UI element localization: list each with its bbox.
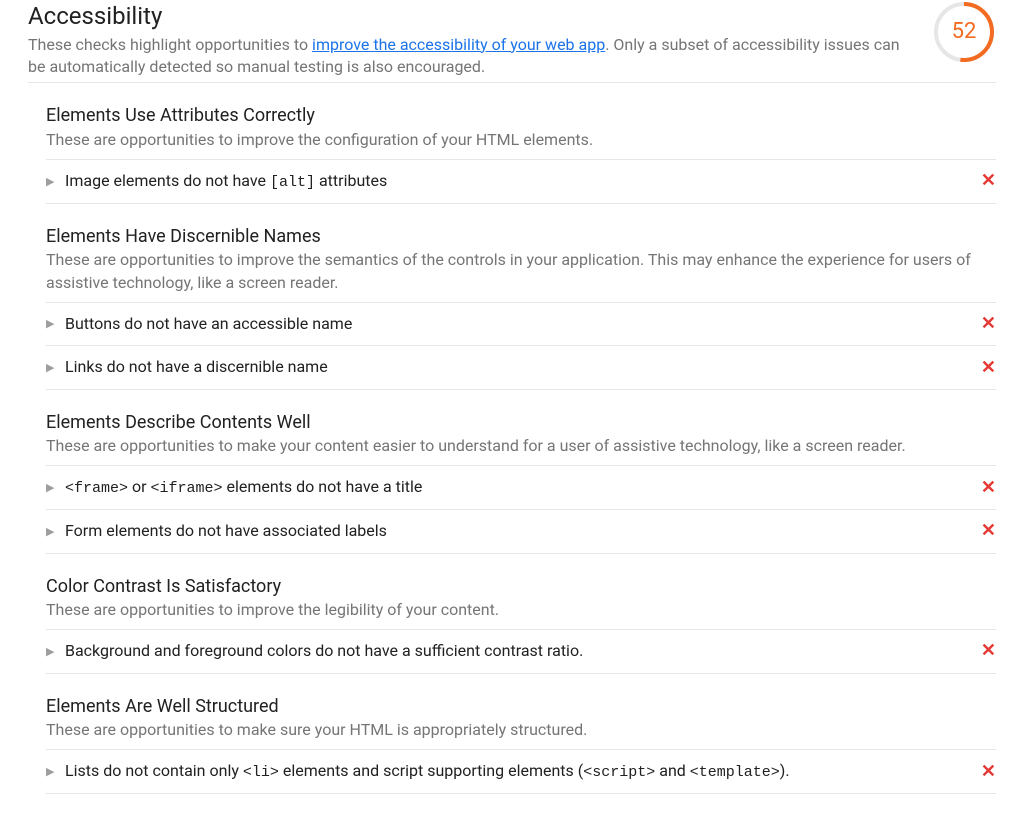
audit-row[interactable]: ▶ Image elements do not have [alt] attrib… bbox=[46, 160, 996, 204]
audit-group-header: Elements Describe Contents WellThese are… bbox=[46, 410, 996, 467]
score-value: 52 bbox=[932, 0, 996, 64]
audit-group-description: These are opportunities to make your con… bbox=[46, 435, 996, 457]
audit-group-header: Elements Use Attributes CorrectlyThese a… bbox=[46, 103, 996, 160]
audit-group-description: These are opportunities to improve the c… bbox=[46, 129, 996, 151]
audit-group: Elements Are Well StructuredThese are op… bbox=[28, 694, 996, 795]
fail-icon: ✕ bbox=[981, 172, 996, 190]
audit-title: Image elements do not have [alt] attribu… bbox=[65, 170, 387, 193]
accessibility-docs-link[interactable]: improve the accessibility of your web ap… bbox=[312, 35, 605, 54]
audit-group-title: Color Contrast Is Satisfactory bbox=[46, 574, 996, 599]
audit-title: Background and foreground colors do not … bbox=[65, 640, 583, 662]
audit-group-header: Elements Are Well StructuredThese are op… bbox=[46, 694, 996, 751]
audit-group: Color Contrast Is SatisfactoryThese are … bbox=[28, 574, 996, 674]
audit-title: Buttons do not have an accessible name bbox=[65, 313, 352, 335]
audit-group: Elements Describe Contents WellThese are… bbox=[28, 410, 996, 554]
audit-group-title: Elements Use Attributes Correctly bbox=[46, 103, 996, 128]
audit-group: Elements Have Discernible NamesThese are… bbox=[28, 224, 996, 390]
fail-icon: ✕ bbox=[981, 522, 996, 540]
chevron-right-icon: ▶ bbox=[46, 174, 57, 189]
audit-row[interactable]: ▶ Background and foreground colors do not… bbox=[46, 630, 996, 673]
fail-icon: ✕ bbox=[981, 763, 996, 781]
audit-row[interactable]: ▶ Lists do not contain only <li> elements… bbox=[46, 750, 996, 794]
page-title: Accessibility bbox=[28, 0, 920, 34]
chevron-right-icon: ▶ bbox=[46, 524, 57, 539]
audit-title: Form elements do not have associated lab… bbox=[65, 520, 387, 542]
audit-group: Elements Use Attributes CorrectlyThese a… bbox=[28, 103, 996, 204]
audit-row[interactable]: ▶ Form elements do not have associated la… bbox=[46, 510, 996, 553]
audit-title: Links do not have a discernible name bbox=[65, 356, 328, 378]
audit-group-header: Elements Have Discernible NamesThese are… bbox=[46, 224, 996, 303]
page-description-pre: These checks highlight opportunities to bbox=[28, 35, 312, 54]
score-gauge: 52 bbox=[932, 0, 996, 64]
chevron-right-icon: ▶ bbox=[46, 480, 57, 495]
audit-title: <frame> or <iframe> elements do not have… bbox=[65, 476, 422, 499]
audit-group-title: Elements Have Discernible Names bbox=[46, 224, 996, 249]
audit-group-title: Elements Describe Contents Well bbox=[46, 410, 996, 435]
chevron-right-icon: ▶ bbox=[46, 316, 57, 331]
report-header: Accessibility These checks highlight opp… bbox=[28, 0, 996, 83]
audit-title: Lists do not contain only <li> elements … bbox=[65, 760, 790, 783]
fail-icon: ✕ bbox=[981, 359, 996, 377]
fail-icon: ✕ bbox=[981, 642, 996, 660]
audit-row[interactable]: ▶ Buttons do not have an accessible name ✕ bbox=[46, 303, 996, 346]
audit-row[interactable]: ▶ Links do not have a discernible name ✕ bbox=[46, 346, 996, 389]
audit-group-description: These are opportunities to improve the l… bbox=[46, 599, 996, 621]
chevron-right-icon: ▶ bbox=[46, 764, 57, 779]
fail-icon: ✕ bbox=[981, 479, 996, 497]
audit-group-description: These are opportunities to make sure you… bbox=[46, 719, 996, 741]
page-description: These checks highlight opportunities to … bbox=[28, 34, 920, 79]
chevron-right-icon: ▶ bbox=[46, 360, 57, 375]
chevron-right-icon: ▶ bbox=[46, 644, 57, 659]
audit-group-description: These are opportunities to improve the s… bbox=[46, 249, 996, 294]
fail-icon: ✕ bbox=[981, 315, 996, 333]
audit-group-header: Color Contrast Is SatisfactoryThese are … bbox=[46, 574, 996, 631]
audit-group-title: Elements Are Well Structured bbox=[46, 694, 996, 719]
audit-row[interactable]: ▶ <frame> or <iframe> elements do not hav… bbox=[46, 466, 996, 510]
